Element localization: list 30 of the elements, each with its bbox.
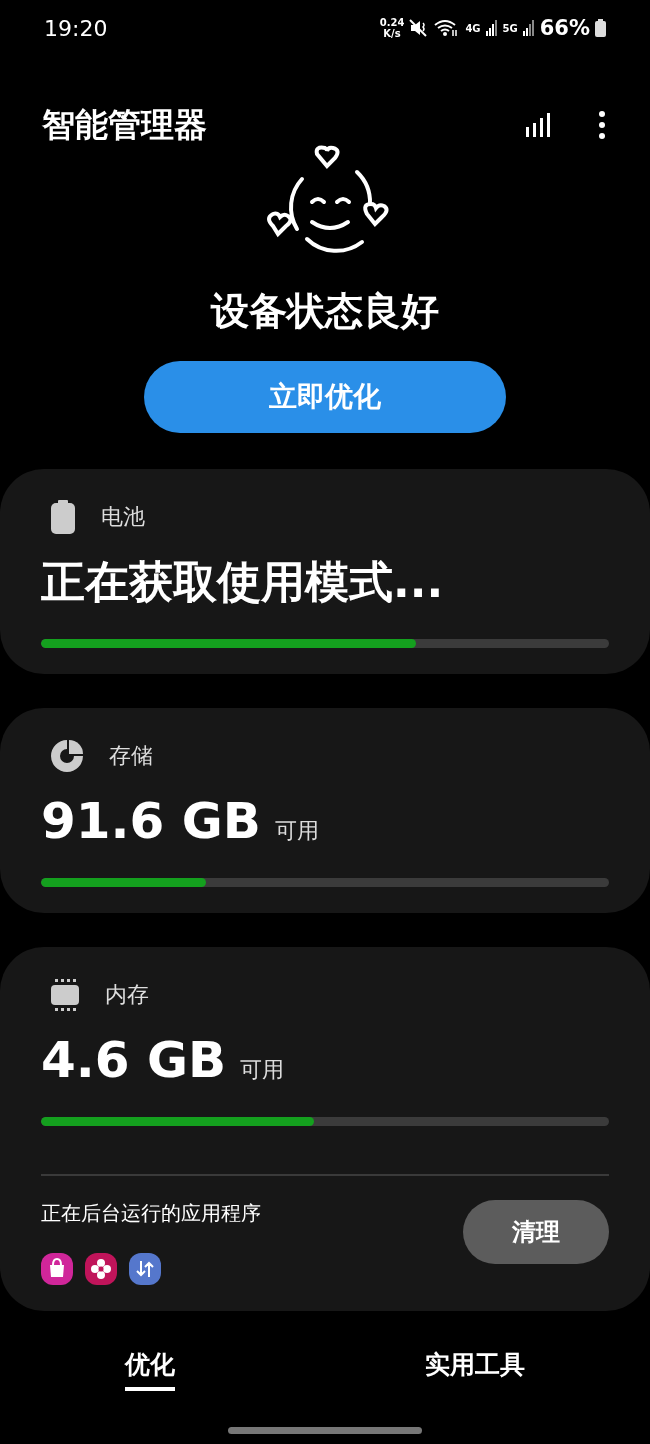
network-speed: 0.24 K/s bbox=[379, 17, 405, 39]
nav-tab[interactable]: 实用工具 bbox=[425, 1348, 525, 1391]
card-value: 4.6 GB bbox=[41, 1031, 227, 1089]
card-label: 电池 bbox=[101, 503, 145, 531]
signal-icon bbox=[522, 20, 535, 36]
card-value: 正在获取使用模式... bbox=[41, 555, 444, 609]
battery-icon bbox=[595, 19, 606, 37]
background-apps-label: 正在后台运行的应用程序 bbox=[41, 1201, 261, 1225]
card-label: 内存 bbox=[105, 981, 149, 1009]
unit-label: 可用 bbox=[240, 1056, 285, 1084]
pie-chart-icon bbox=[51, 740, 83, 772]
device-status: 设备状态良好 bbox=[211, 288, 439, 335]
clock: 19:20 bbox=[44, 15, 108, 41]
unit-label: 可用 bbox=[274, 817, 319, 845]
battery-percent: 66% bbox=[539, 16, 590, 40]
card-label: 存储 bbox=[109, 742, 153, 770]
sync-icon bbox=[129, 1253, 161, 1285]
signal-icon bbox=[485, 20, 498, 36]
nav-tab[interactable]: 优化 bbox=[125, 1348, 175, 1391]
app-title: 智能管理器 bbox=[42, 103, 208, 146]
signal-5g: 5G bbox=[502, 22, 518, 34]
battery-icon bbox=[51, 500, 75, 534]
chip-icon bbox=[51, 979, 79, 1011]
card-value: 91.6 GB bbox=[41, 792, 261, 850]
signal-4g: 4G bbox=[465, 22, 481, 34]
chart-icon[interactable] bbox=[524, 111, 552, 139]
more-options-icon[interactable] bbox=[598, 110, 606, 140]
flower-icon bbox=[85, 1253, 117, 1285]
clean-button[interactable]: 清理 bbox=[463, 1200, 609, 1264]
shopping-bag-icon bbox=[41, 1253, 73, 1285]
